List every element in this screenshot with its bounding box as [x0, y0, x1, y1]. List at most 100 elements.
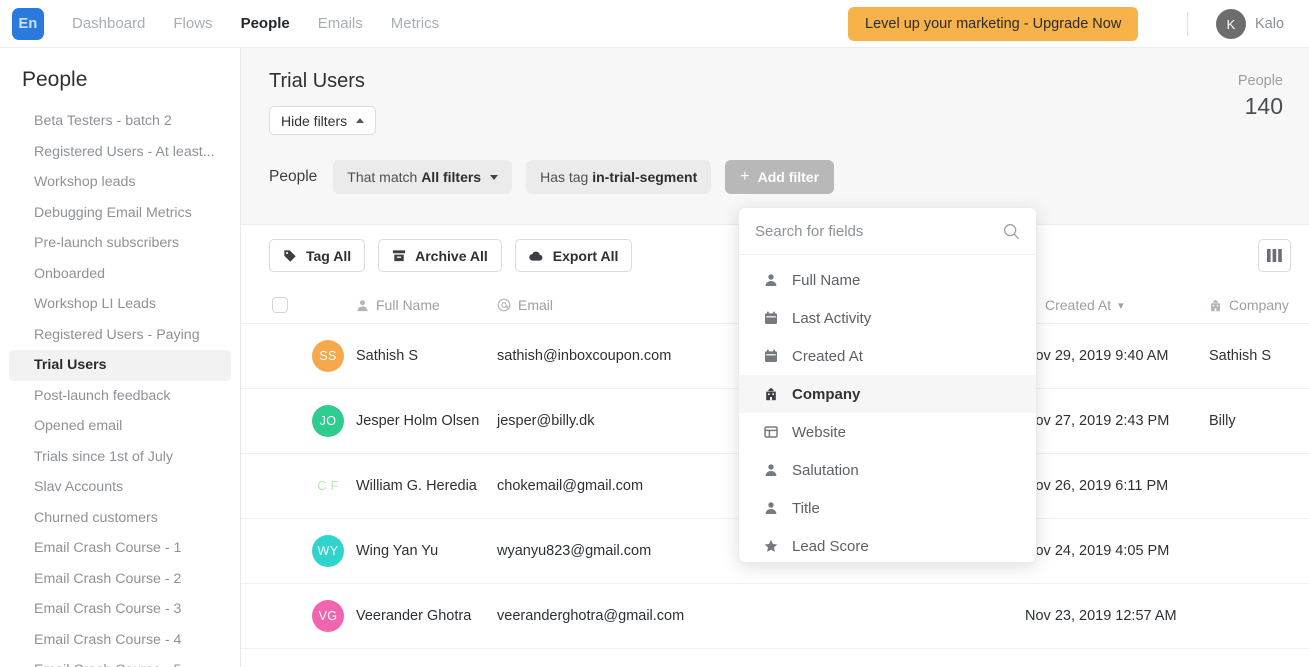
column-header-created-at[interactable]: Created At ▾ [1017, 297, 1207, 313]
sidebar-item-email-crash-course-5[interactable]: Email Crash Course - 5 [9, 655, 231, 667]
filter-bar: People That match All filters Has tag in… [269, 160, 835, 194]
window-icon [763, 425, 778, 439]
nav-link-flows[interactable]: Flows [173, 15, 212, 32]
column-header-label: Full Name [376, 297, 440, 313]
page-title: Trial Users [269, 70, 365, 92]
column-header-company[interactable]: Company [1207, 297, 1309, 313]
building-icon [1209, 299, 1222, 312]
sort-chevron-down-icon: ▾ [1118, 299, 1124, 312]
cell-created-at: Nov 29, 2019 9:40 AM [1025, 348, 1169, 364]
sidebar-item-beta-testers-batch-2[interactable]: Beta Testers - batch 2 [9, 106, 231, 137]
chevron-down-icon [490, 174, 499, 180]
cell-email: veeranderghotra@gmail.com [497, 608, 685, 624]
avatar: K [1216, 9, 1246, 39]
select-all-checkbox[interactable] [272, 297, 288, 313]
people-count-block: People 140 [1238, 73, 1283, 120]
search-input[interactable] [755, 222, 1003, 240]
hide-filters-label: Hide filters [281, 112, 348, 129]
add-filter-button[interactable]: + Add filter [725, 160, 835, 194]
sidebar-item-onboarded[interactable]: Onboarded [9, 259, 231, 290]
sidebar-item-post-launch-feedback[interactable]: Post-launch feedback [9, 381, 231, 412]
cell-full-name: Jesper Holm Olsen [356, 413, 480, 429]
chevron-up-icon [356, 118, 365, 123]
app-logo[interactable]: En [12, 7, 44, 40]
select-all-cell [241, 297, 300, 313]
export-all-button[interactable]: Export All [514, 239, 633, 272]
sidebar-item-registered-users-paying[interactable]: Registered Users - Paying [9, 320, 231, 351]
has-tag-text: Has tag in-trial-segment [540, 169, 698, 185]
nav-link-emails[interactable]: Emails [318, 15, 363, 32]
hide-filters-button[interactable]: Hide filters [269, 106, 377, 135]
sidebar-item-pre-launch-subscribers[interactable]: Pre-launch subscribers [9, 228, 231, 259]
sidebar-item-email-crash-course-4[interactable]: Email Crash Course - 4 [9, 625, 231, 656]
nav-divider [1187, 12, 1188, 36]
column-header-full-name[interactable]: Full Name [356, 297, 497, 313]
primary-nav-links: Dashboard Flows People Emails Metrics [72, 15, 439, 32]
cloud-download-icon [528, 249, 544, 263]
people-count-value: 140 [1244, 93, 1283, 119]
cell-created-at: Nov 23, 2019 12:57 AM [1025, 608, 1177, 624]
filter-pill-has-tag[interactable]: Has tag in-trial-segment [526, 160, 712, 194]
field-option-last-activity[interactable]: Last Activity [739, 299, 1036, 337]
nav-link-metrics[interactable]: Metrics [391, 15, 439, 32]
nav-link-people[interactable]: People [241, 15, 290, 32]
upgrade-now-button[interactable]: Level up your marketing - Upgrade Now [848, 7, 1139, 41]
column-settings-button[interactable] [1258, 239, 1291, 272]
sidebar-item-slav-accounts[interactable]: Slav Accounts [9, 472, 231, 503]
people-count-label: People [1237, 73, 1283, 89]
sidebar-item-workshop-leads[interactable]: Workshop leads [9, 167, 231, 198]
cell-full-name: Sathish S [356, 348, 419, 364]
field-option-label: Full Name [792, 271, 861, 289]
user-menu[interactable]: K Kalo [1216, 9, 1284, 39]
sidebar-item-trials-since-1st-of-july[interactable]: Trials since 1st of July [9, 442, 231, 473]
sidebar-item-email-crash-course-2[interactable]: Email Crash Course - 2 [9, 564, 231, 595]
field-option-lead-score[interactable]: Lead Score [739, 527, 1036, 562]
field-option-label: Company [792, 385, 861, 403]
sidebar-item-trial-users[interactable]: Trial Users [9, 350, 231, 381]
tag-all-button[interactable]: Tag All [269, 239, 366, 272]
field-option-title[interactable]: Title [739, 489, 1036, 527]
cell-full-name: Wing Yan Yu [356, 543, 439, 559]
field-option-list: Full Name Last Activity Created At Company W… [739, 255, 1036, 562]
match-type-text: That match All filters [347, 169, 482, 185]
export-all-label: Export All [552, 247, 619, 264]
field-option-label: Created At [792, 347, 863, 365]
sidebar-item-list: Beta Testers - batch 2 Registered Users -… [0, 106, 240, 667]
bulk-action-buttons: Tag All Archive All Export All [269, 239, 633, 272]
sidebar-item-registered-users-at-least[interactable]: Registered Users - At least... [9, 137, 231, 168]
table-row[interactable]: VG Veerander Ghotra veeranderghotra@gmail.… [241, 584, 1309, 649]
sidebar-item-email-crash-course-1[interactable]: Email Crash Course - 1 [9, 533, 231, 564]
field-option-label: Website [792, 423, 846, 441]
add-filter-field-dropdown: Full Name Last Activity Created At Company W… [738, 207, 1037, 563]
cell-company: Billy [1209, 413, 1236, 429]
field-option-salutation[interactable]: Salutation [739, 451, 1036, 489]
cell-created-at: Nov 26, 2019 6:11 PM [1025, 478, 1169, 494]
tag-icon [283, 249, 297, 263]
calendar-icon [763, 311, 778, 325]
sidebar-item-debugging-email-metrics[interactable]: Debugging Email Metrics [9, 198, 231, 229]
person-icon [356, 299, 369, 312]
segment-header: Trial Users Hide filters People 140 Peop… [241, 48, 1309, 225]
sidebar-item-opened-email[interactable]: Opened email [9, 411, 231, 442]
match-type-dropdown[interactable]: That match All filters [333, 160, 513, 194]
avatar: WY [312, 535, 344, 567]
at-icon [497, 298, 511, 312]
sidebar-item-workshop-li-leads[interactable]: Workshop LI Leads [9, 289, 231, 320]
sidebar-title: People [22, 68, 88, 91]
search-icon[interactable] [1003, 223, 1020, 240]
field-option-company[interactable]: Company [739, 375, 1036, 413]
avatar: SS [312, 340, 344, 372]
sidebar-item-churned-customers[interactable]: Churned customers [9, 503, 231, 534]
archive-all-button[interactable]: Archive All [378, 239, 502, 272]
field-option-full-name[interactable]: Full Name [739, 261, 1036, 299]
tag-all-label: Tag All [306, 247, 352, 264]
top-navigation-bar: En Dashboard Flows People Emails Metrics Lev… [0, 0, 1309, 48]
column-header-label: Created At [1045, 297, 1112, 313]
sidebar-item-email-crash-course-3[interactable]: Email Crash Course - 3 [9, 594, 231, 625]
nav-link-dashboard[interactable]: Dashboard [72, 15, 145, 32]
cell-full-name: William G. Heredia [356, 478, 477, 494]
field-option-label: Lead Score [792, 537, 869, 555]
row-avatar-cell: SS [300, 340, 356, 372]
field-option-created-at[interactable]: Created At [739, 337, 1036, 375]
field-option-website[interactable]: Website [739, 413, 1036, 451]
